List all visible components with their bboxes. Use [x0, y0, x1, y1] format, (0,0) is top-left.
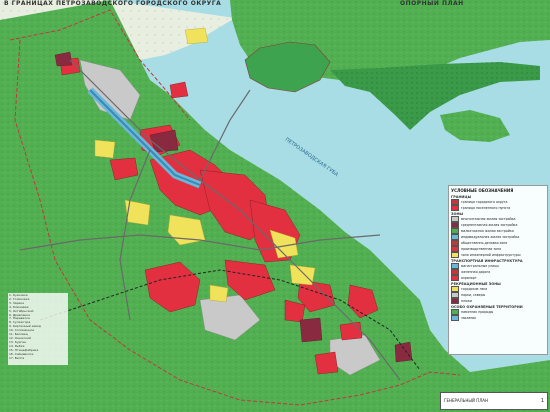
title-block-label: ГЕНЕРАЛЬНЫЙ ПЛАН — [444, 398, 488, 403]
left-legend-item: 17. Вилга — [9, 355, 25, 360]
legend-item-label: магистральные улицы — [461, 264, 499, 268]
left-legend: 1. Кукковка 2. Голиковка 3. Зарека 4. Ключе… — [8, 293, 68, 365]
legend-item-label: памятник природы — [461, 310, 494, 314]
legend-item-label: граница населенного пункта — [461, 206, 511, 210]
legend-item-label: городские леса — [461, 287, 488, 291]
legend-item-label: аэропорт — [461, 276, 477, 280]
legend-swatch — [451, 205, 459, 211]
legend-item-label: общественно-деловая зона — [461, 241, 508, 245]
map-canvas: ПЕТРОЗАВОДСКАЯ ГУБА В ГРАНИЦАХ ПЕТРОЗАВО… — [0, 0, 550, 412]
legend-item-label: малоэтажная жилая застройка — [461, 229, 514, 233]
legend-swatch — [451, 315, 459, 321]
legend-item: граница населенного пункта — [451, 205, 545, 211]
legend-title: УСЛОВНЫЕ ОБОЗНАЧЕНИЯ — [451, 188, 514, 193]
legend-item: пляжи — [451, 298, 545, 304]
legend-item-label: среднеэтажная жилая застройка — [461, 223, 518, 227]
legend-sections: ГРАНИЦЫ граница городского округа граница … — [451, 195, 545, 321]
legend-item-label: пляжи — [461, 299, 472, 303]
title-block-sheet: 1 — [540, 398, 544, 404]
legend-item-label: заказник — [461, 316, 477, 320]
legend-item-label: граница городского округа — [461, 200, 508, 204]
legend-swatch — [451, 298, 459, 304]
title-block: ГЕНЕРАЛЬНЫЙ ПЛАН 1 — [440, 392, 548, 410]
legend-item-label: производственная зона — [461, 247, 502, 251]
legend-panel: УСЛОВНЫЕ ОБОЗНАЧЕНИЯ ГРАНИЦЫ граница горо… — [448, 185, 548, 355]
legend-item-label: парки, скверы — [461, 293, 486, 297]
legend-item-label: железная дорога — [461, 270, 491, 274]
legend-item-label: индивидуальная жилая застройка — [461, 235, 520, 239]
map-title: В ГРАНИЦАХ ПЕТРОЗАВОДСКОГО ГОРОДСКОГО ОК… — [4, 0, 222, 7]
legend-item-label: зона инженерной инфраструктуры — [461, 253, 521, 257]
map-subtitle: ОПОРНЫЙ ПЛАН — [400, 0, 464, 7]
legend-item: заказник — [451, 315, 545, 321]
legend-swatch — [451, 275, 459, 281]
left-legend-list: 1. Кукковка 2. Голиковка 3. Зарека 4. Ключе… — [9, 293, 67, 360]
legend-item-label: многоэтажная жилая застройка — [461, 217, 516, 221]
legend-item: аэропорт — [451, 275, 545, 281]
legend-swatch — [451, 252, 459, 258]
legend-item: зона инженерной инфраструктуры — [451, 252, 545, 258]
